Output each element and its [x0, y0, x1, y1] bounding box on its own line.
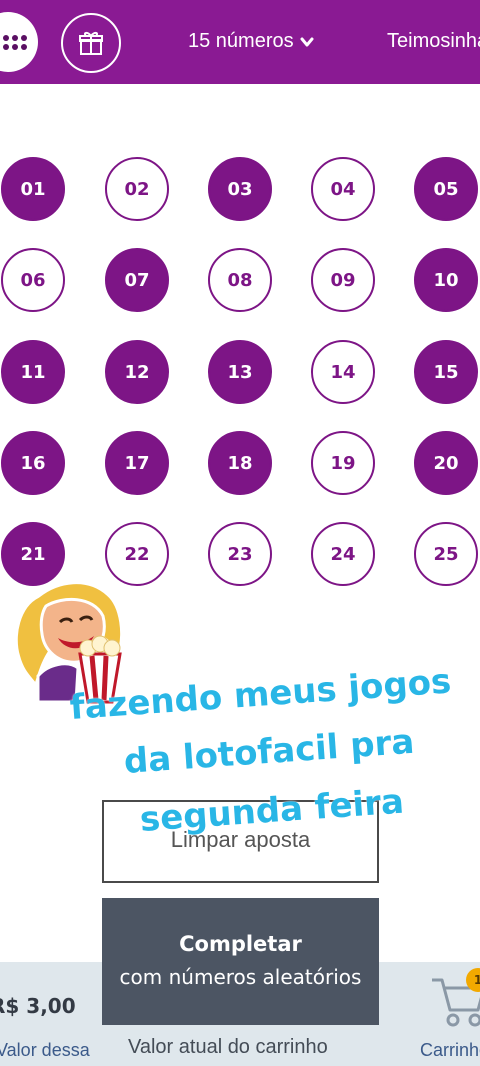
random-complete-subtitle: com números aleatórios: [119, 965, 362, 989]
number-ball[interactable]: 14: [311, 340, 375, 404]
cart-value-label: Valor atual do carrinho: [128, 1036, 328, 1058]
number-ball[interactable]: 12: [105, 340, 169, 404]
bet-value-label: Valor dessa: [0, 1040, 90, 1060]
caption-line-2: da lotofacil pra: [122, 721, 416, 782]
number-ball[interactable]: 09: [311, 248, 375, 312]
random-complete-title: Completar: [179, 932, 302, 956]
number-ball[interactable]: 03: [208, 157, 272, 221]
number-ball[interactable]: 02: [105, 157, 169, 221]
number-ball[interactable]: 13: [208, 340, 272, 404]
number-ball[interactable]: 25: [414, 522, 478, 586]
number-ball[interactable]: 04: [311, 157, 375, 221]
number-ball[interactable]: 16: [1, 431, 65, 495]
number-ball[interactable]: 20: [414, 431, 478, 495]
number-ball[interactable]: 10: [414, 248, 478, 312]
number-ball[interactable]: 06: [1, 248, 65, 312]
number-ball[interactable]: 23: [208, 522, 272, 586]
number-ball[interactable]: 11: [1, 340, 65, 404]
number-ball[interactable]: 18: [208, 431, 272, 495]
number-ball[interactable]: 08: [208, 248, 272, 312]
cart-label[interactable]: Carrinho: [420, 1040, 480, 1061]
number-ball[interactable]: 24: [311, 522, 375, 586]
number-ball[interactable]: 15: [414, 340, 478, 404]
bet-value: R$ 3,00: [0, 994, 76, 1018]
random-complete-button[interactable]: Completar com números aleatórios: [102, 898, 379, 1025]
number-ball[interactable]: 19: [311, 431, 375, 495]
number-ball[interactable]: 05: [414, 157, 478, 221]
number-ball[interactable]: 17: [105, 431, 169, 495]
number-ball[interactable]: 07: [105, 248, 169, 312]
number-grid: 01 02 03 04 05 06 07 08 09 10 11 12 13 14 15 16 17 18 19 20…: [0, 0, 480, 600]
number-ball[interactable]: 01: [1, 157, 65, 221]
